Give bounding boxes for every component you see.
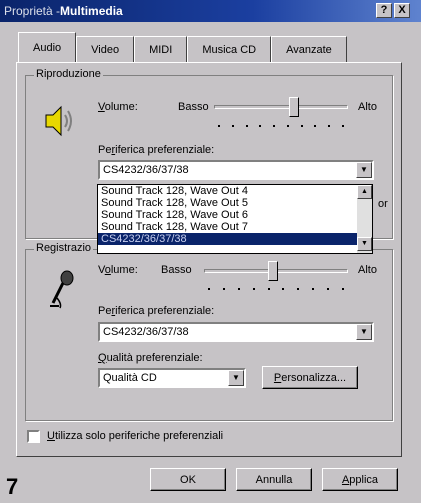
help-button[interactable]: ? [376,3,392,18]
preferred-only-label: Utilizza solo periferiche preferenziali [47,430,224,442]
playback-group-title: Riproduzione [34,68,103,80]
playback-device-dropdown-list[interactable]: Sound Track 128, Wave Out 4 Sound Track … [97,184,373,254]
multimedia-properties-window: Proprietà - Multimedia ? X Audio Video M… [0,0,421,503]
preferred-only-checkbox[interactable] [27,430,40,443]
dropdown-scrollbar[interactable]: ▲ ▼ [357,185,372,253]
playback-volume-high-label: Alto [358,101,377,113]
playback-device-combo[interactable]: CS4232/36/37/38 ▼ [98,160,374,180]
window-title: Multimedia [60,4,123,18]
audio-tab-panel: Riproduzione Volume: Basso Alto Periferi… [16,62,402,457]
playback-volume-slider[interactable] [289,97,300,117]
customize-button[interactable]: Personalizza... [262,366,358,389]
tab-midi[interactable]: MIDI [134,36,188,62]
dropdown-option-selected[interactable]: CS4232/36/37/38 [98,233,372,245]
recording-device-value: CS4232/36/37/38 [103,326,189,338]
recording-volume-ticks [208,288,344,292]
playback-volume-label: Volume: [98,101,138,113]
recording-group: Registrazio Volume: Basso Alto Periferic… [25,242,393,421]
dropdown-option[interactable]: Sound Track 128, Wave Out 7 [98,221,372,233]
title-bar: Proprietà - Multimedia ? X [0,0,421,22]
chevron-down-icon[interactable]: ▼ [356,324,372,340]
tab-avanzate[interactable]: Avanzate [271,36,347,62]
recording-device-combo[interactable]: CS4232/36/37/38 ▼ [98,322,374,342]
recording-volume-low-label: Basso [161,264,192,276]
playback-volume-low-label: Basso [178,101,209,113]
recording-quality-combo[interactable]: Qualità CD ▼ [98,368,246,388]
recording-volume-high-label: Alto [358,264,377,276]
window-title-prefix: Proprietà - [4,4,61,18]
chevron-down-icon[interactable]: ▼ [356,162,372,178]
tab-video[interactable]: Video [76,36,135,62]
scroll-up-icon[interactable]: ▲ [357,185,372,199]
recording-volume-slider[interactable] [268,261,279,281]
recording-device-label: Periferica preferenziale: [98,305,215,317]
playback-volume-track [214,105,348,109]
apply-button[interactable]: Applica [322,468,398,491]
playback-device-value: CS4232/36/37/38 [103,164,189,176]
tab-strip: Audio Video MIDI Musica CD Avanzate [18,32,347,62]
tab-audio[interactable]: Audio [18,32,77,62]
playback-device-label: Periferica preferenziale: [98,144,215,156]
dropdown-option[interactable]: Sound Track 128, Wave Out 6 [98,209,372,221]
recording-quality-label: Qualità preferenziale: [98,352,203,364]
tab-musica-cd[interactable]: Musica CD [187,36,272,62]
ok-button[interactable]: OK [150,468,226,491]
recording-group-title: Registrazio [34,242,94,254]
dropdown-option[interactable]: Sound Track 128, Wave Out 4 [98,185,372,197]
speaker-icon [45,105,72,137]
cancel-button[interactable]: Annulla [236,468,312,491]
scroll-down-icon[interactable]: ▼ [357,237,372,251]
recording-quality-value: Qualità CD [103,372,157,384]
chevron-down-icon[interactable]: ▼ [228,370,244,386]
playback-partial-text: or [378,198,388,210]
close-button[interactable]: X [394,3,410,18]
dropdown-option[interactable]: Sound Track 128, Wave Out 5 [98,197,372,209]
playback-volume-ticks [218,125,344,129]
microphone-icon [50,270,74,309]
recording-volume-label: Volume: [98,264,138,276]
figure-number: 7 [6,474,19,499]
